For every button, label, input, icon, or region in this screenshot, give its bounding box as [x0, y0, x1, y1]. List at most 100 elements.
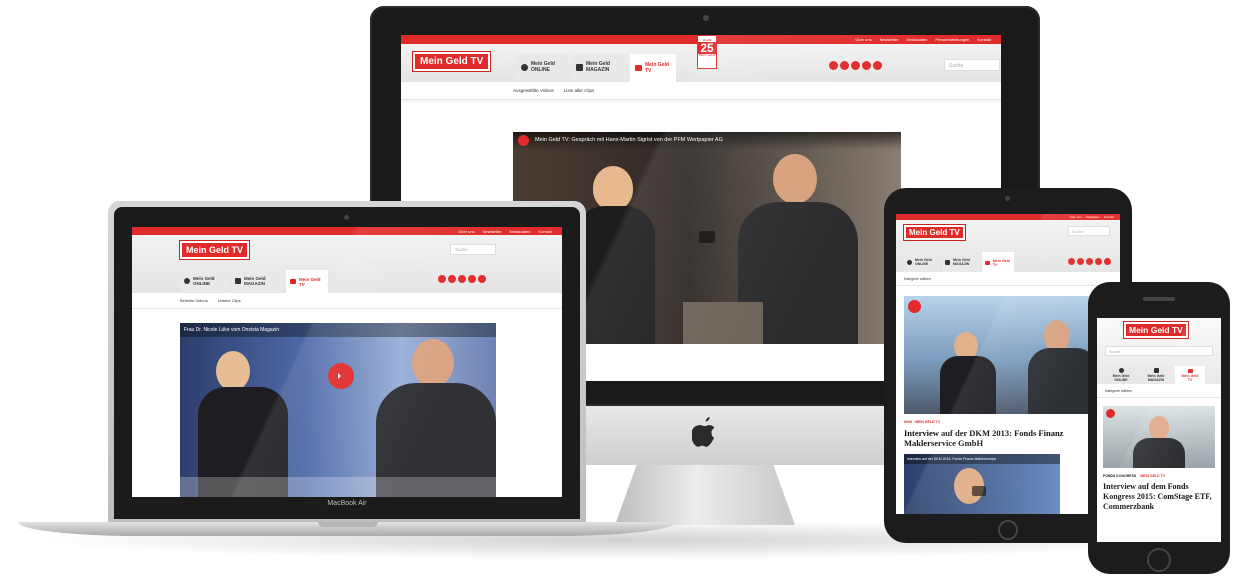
iphone-speaker	[1143, 297, 1175, 301]
facebook-icon[interactable]	[1068, 258, 1075, 265]
video-player[interactable]: Frau Dr. Nicole Lüke vom Onvista Magazin	[180, 323, 496, 497]
iphone-home-button[interactable]	[1147, 548, 1171, 572]
twitter-icon[interactable]	[1077, 258, 1084, 265]
youtube-icon[interactable]	[478, 275, 486, 283]
filter-label[interactable]: Kategorie wählen	[904, 277, 931, 281]
search-input[interactable]: Suche	[944, 59, 1000, 71]
article-headline[interactable]: Interview auf der DKM 2013: Fonds Finanz…	[904, 428, 1114, 448]
anniversary-badge: JAHRE 25 MEIN GELD	[697, 35, 717, 69]
magazine-icon	[1153, 368, 1159, 373]
topnav-link[interactable]: Newsletter	[1086, 215, 1100, 219]
tv-icon	[985, 260, 990, 265]
globe-icon	[1118, 368, 1124, 373]
tab-magazin[interactable]: Mein Geld MAGAZIN	[1139, 366, 1173, 384]
filter-label[interactable]: Kategorie wählen	[1105, 389, 1132, 393]
interviewer-body	[940, 356, 996, 414]
tv-icon	[290, 279, 296, 284]
subnav-link[interactable]: Beliebte Videos	[180, 298, 208, 303]
youtube-icon[interactable]	[873, 61, 882, 70]
xing-icon[interactable]	[851, 61, 860, 70]
speaker-head	[1149, 416, 1169, 440]
facebook-icon[interactable]	[829, 61, 838, 70]
search-input[interactable]: Suche	[450, 244, 496, 255]
ipad-home-button[interactable]	[998, 520, 1018, 540]
tab-magazin[interactable]: Mein Geld MAGAZIN	[231, 270, 283, 292]
tab-tv[interactable]: Mein Geld TV	[630, 54, 676, 82]
video-title: Interview auf der DKM 2013: Fonds Finanz…	[904, 454, 1060, 464]
globe-icon	[907, 259, 912, 265]
tab-tv[interactable]: Mein Geld TV	[286, 270, 328, 293]
macbook-base	[18, 522, 676, 536]
topnav-link[interactable]: Kontakt	[977, 37, 991, 42]
tab-online[interactable]: Mein Geld ONLINE	[516, 54, 568, 80]
topnav-link[interactable]: Newsletter	[880, 37, 899, 42]
tab-tv[interactable]: Mein Geld TV	[982, 252, 1014, 273]
device-mockup-stage: Über uns Newsletter Mediadaten Pressemit…	[0, 0, 1238, 576]
site-header: Mein Geld TV Suche Mein Geld ONLINE Mein …	[1097, 318, 1221, 385]
search-input[interactable]: Suche	[1068, 226, 1110, 236]
topnav-link[interactable]: Kontakt	[538, 229, 552, 234]
presenter-body	[575, 206, 655, 344]
twitter-icon[interactable]	[840, 61, 849, 70]
xing-icon[interactable]	[458, 275, 466, 283]
social-links	[438, 275, 486, 283]
play-button[interactable]	[699, 231, 715, 243]
linkedin-icon[interactable]	[862, 61, 871, 70]
twitter-icon[interactable]	[448, 275, 456, 283]
tab-online[interactable]: Mein Geld ONLINE	[904, 252, 940, 272]
topnav-link[interactable]: Kontakt	[1104, 215, 1114, 219]
video-player[interactable]: Interview auf der DKM 2013: Fonds Finanz…	[904, 454, 1060, 514]
topnav-link[interactable]: Mediadaten	[510, 229, 531, 234]
tab-tv[interactable]: Mein Geld TV	[1175, 366, 1205, 385]
youtube-icon[interactable]	[1104, 258, 1111, 265]
subnav-link[interactable]: Liste aller Clips	[564, 88, 595, 93]
video-title: Mein Geld TV: Gespräch mit Hans-Martin S…	[513, 132, 901, 150]
speaker-body	[1133, 438, 1185, 468]
topnav-link[interactable]: Über uns	[1069, 215, 1081, 219]
site-logo[interactable]: Mein Geld TV	[413, 52, 491, 71]
article-headline[interactable]: Interview auf dem Fonds Kongress 2015: C…	[1103, 482, 1217, 512]
topnav-link[interactable]: Über uns	[458, 229, 474, 234]
tab-magazin[interactable]: Mein Geld MAGAZIN	[571, 54, 627, 80]
macbook-camera	[344, 215, 349, 220]
video-title: Frau Dr. Nicole Lüke vom Onvista Magazin	[180, 323, 496, 337]
subnav-link[interactable]: Unsere Clips	[218, 298, 241, 303]
iphone-device: Mein Geld TV Suche Mein Geld ONLINE Mein …	[1088, 282, 1230, 574]
play-button[interactable]	[328, 363, 354, 389]
play-button[interactable]	[972, 486, 986, 496]
category-filter[interactable]: Kategorie wählen	[896, 272, 1120, 286]
search-input[interactable]: Suche	[1105, 346, 1213, 356]
category-label: MEIN GELD TV	[1140, 474, 1166, 478]
article-image[interactable]	[904, 296, 1112, 414]
iphone-screen: Mein Geld TV Suche Mein Geld ONLINE Mein …	[1097, 318, 1221, 542]
tab-online[interactable]: Mein Geld ONLINE	[180, 270, 228, 292]
xing-icon[interactable]	[1086, 258, 1093, 265]
tab-online[interactable]: Mein Geld ONLINE	[1105, 366, 1137, 384]
site-logo[interactable]: Mein Geld TV	[1124, 322, 1188, 338]
article-image[interactable]	[1103, 406, 1215, 468]
topnav-link[interactable]: Mediadaten	[906, 37, 927, 42]
linkedin-icon[interactable]	[468, 275, 476, 283]
subnav-link[interactable]: Ausgewählte Videos	[513, 88, 554, 93]
topnav-link[interactable]: Pressemitteilungen	[935, 37, 969, 42]
globe-icon	[521, 63, 528, 71]
site-logo[interactable]: Mein Geld TV	[180, 241, 250, 259]
channel-avatar	[518, 135, 529, 146]
topnav-link[interactable]: Über uns	[855, 37, 871, 42]
site-header: Mein Geld TV Mein Geld ONLINE Mein Geld MA…	[401, 35, 1001, 82]
presenter-head	[593, 166, 633, 210]
video-controls[interactable]	[180, 477, 496, 497]
topnav-link[interactable]: Newsletter	[483, 229, 502, 234]
imac-stand	[615, 465, 795, 525]
tab-magazin[interactable]: Mein Geld MAGAZIN	[942, 252, 980, 272]
facebook-icon[interactable]	[438, 275, 446, 283]
social-links	[829, 61, 882, 70]
linkedin-icon[interactable]	[1095, 258, 1102, 265]
category-filter[interactable]: Kategorie wählen	[1097, 384, 1221, 398]
site-logo[interactable]: Mein Geld TV	[904, 225, 965, 240]
apple-logo-icon	[692, 417, 715, 447]
presenter-head	[216, 351, 250, 391]
globe-icon	[184, 278, 190, 284]
category-row: FONDS KONGRESS MEIN GELD TV	[1103, 474, 1165, 478]
video-badge-icon	[908, 300, 921, 313]
